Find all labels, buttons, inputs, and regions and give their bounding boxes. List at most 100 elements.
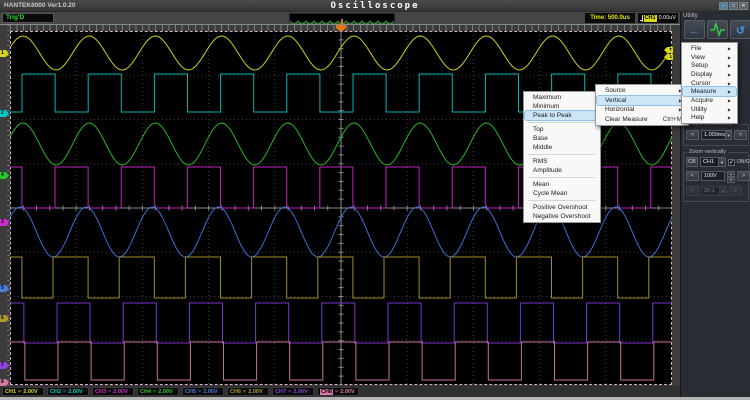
coupling-icon: =	[63, 389, 66, 395]
channel-readout-ch6[interactable]: CH6=2.00V	[227, 387, 269, 396]
menu-item-vertical[interactable]: Vertical▶	[597, 96, 687, 106]
menu-item-base[interactable]: Base	[525, 134, 599, 143]
panel-title: Utility	[683, 13, 698, 19]
channel-scale-value: 2.00V	[340, 389, 354, 395]
timebase-decrease-button[interactable]: <	[686, 130, 699, 140]
menu-item-view[interactable]: View▶	[683, 53, 736, 62]
menu-item-file[interactable]: File▶	[683, 44, 736, 53]
autoset-button[interactable]	[707, 20, 728, 39]
menu-item-mean[interactable]: Mean	[525, 180, 599, 189]
waveform-preview[interactable]	[289, 13, 395, 23]
volts-increase-button[interactable]: >	[737, 171, 750, 181]
submenu-arrow-icon: ▶	[728, 89, 731, 94]
chevron-down-icon: ▼	[719, 187, 726, 195]
channel-readout-ch5[interactable]: CH5=2.00V	[182, 387, 224, 396]
menu-item-horizontal[interactable]: Horizontal▶	[597, 105, 687, 115]
coupling-icon: =	[288, 389, 291, 395]
channel-name: CH3	[95, 389, 106, 395]
title-bar: HANTEK6000 Ver1.0.20 Oscilloscope – □ ✕	[0, 0, 750, 12]
menu-item-maximum[interactable]: Maximum	[525, 93, 599, 102]
coupling-icon: =	[243, 389, 246, 395]
toolbar: Trig'D Time: 500.0us CH1 0.00uV	[0, 12, 750, 24]
trigger-source-badge: CH1	[644, 15, 657, 22]
trigger-level-readout: 0.00uV	[659, 15, 676, 21]
submenu-arrow-icon: ▶	[728, 55, 731, 60]
volts-decrease-button[interactable]: <	[686, 171, 699, 181]
timebase-increase-button[interactable]: >	[734, 130, 747, 140]
channel-name: CH4	[140, 389, 151, 395]
cal-button[interactable]: CB	[686, 157, 698, 167]
volts-value: 100V	[702, 173, 724, 179]
measure-type-submenu: MaximumMinimumPeak to Peak TopBaseMiddle R…	[523, 91, 601, 223]
back-arrow-icon: ←	[689, 25, 700, 37]
undo-arrow-icon: ↺	[736, 25, 745, 37]
menu-item-cursor[interactable]: Cursor▶	[683, 79, 736, 88]
channel-readout-ch3[interactable]: CH3=2.00V	[92, 387, 134, 396]
menu-item-measure[interactable]: Measure▶	[683, 87, 736, 96]
menu-item-clear-measure[interactable]: Clear MeasureCtrl+M	[597, 115, 687, 125]
timebase-combo[interactable]: 1.000ms ▼	[701, 130, 732, 140]
submenu-arrow-icon: ▶	[728, 115, 731, 120]
channel-readout-ch8[interactable]: CH8=2.00V	[317, 387, 359, 396]
coupling-icon: =	[335, 389, 338, 395]
spin-down-icon[interactable]: ▼	[727, 177, 735, 183]
menu-item-top[interactable]: Top	[525, 125, 599, 134]
menu-item-help[interactable]: Help▶	[683, 114, 736, 123]
coupling-icon: =	[18, 389, 21, 395]
menu-separator	[528, 200, 596, 201]
chevron-down-icon[interactable]: ▼	[718, 158, 725, 166]
menu-item-cycle-mean[interactable]: Cycle Mean	[525, 189, 599, 198]
utility-dropdown-menu: File▶View▶Setup▶Display▶Cursor▶Measure▶A…	[681, 42, 738, 124]
channel-onoff-checkbox[interactable]: ✓	[728, 159, 735, 166]
timebase-value: 1.000ms	[702, 132, 725, 138]
channel-scale-value: 2.00V	[203, 389, 217, 395]
menu-item-negative-overshoot[interactable]: Negative Overshoot	[525, 212, 599, 221]
menu-item-source[interactable]: Source▶	[597, 86, 687, 96]
channel-name: CH2	[50, 389, 61, 395]
menu-item-utility[interactable]: Utility▶	[683, 105, 736, 114]
channel-scale-value: 2.00V	[68, 389, 82, 395]
menu-item-minimum[interactable]: Minimum	[525, 102, 599, 111]
submenu-arrow-icon: ▶	[728, 98, 731, 103]
channel-name: CH1	[5, 389, 16, 395]
channel-name: CH5	[185, 389, 196, 395]
trigger-status-badge: Trig'D	[2, 13, 54, 23]
coupling-icon: =	[153, 389, 156, 395]
menu-item-acquire[interactable]: Acquire▶	[683, 96, 736, 105]
menu-item-peak-to-peak[interactable]: Peak to Peak	[525, 111, 599, 120]
menu-item-positive-overshoot[interactable]: Positive Overshoot	[525, 203, 599, 212]
menu-item-rms[interactable]: RMS	[525, 157, 599, 166]
channel-name: CH7	[275, 389, 286, 395]
submenu-arrow-icon: ▶	[728, 107, 731, 112]
chevron-down-icon[interactable]: ▼	[725, 131, 731, 139]
menu-item-middle[interactable]: Middle	[525, 143, 599, 152]
undo-button[interactable]: ↺	[730, 20, 750, 39]
back-arrow-button[interactable]: ←	[684, 20, 705, 39]
timebase-readout: Time: 500.0us	[585, 13, 635, 23]
volts-spin-buttons[interactable]: ▲▼	[727, 171, 735, 181]
oscilloscope-app: HANTEK6000 Ver1.0.20 Oscilloscope – □ ✕ …	[0, 0, 750, 400]
trigger-readout: CH1 0.00uV	[638, 13, 678, 23]
menu-item-amplitude[interactable]: Amplitude	[525, 166, 599, 175]
sidebar-toolbar: ← ↺	[684, 20, 750, 39]
channel-readout-ch4[interactable]: CH4=2.00V	[137, 387, 179, 396]
probe-decrease-button: <	[686, 186, 699, 196]
channel-readout-ch2[interactable]: CH2=2.00V	[47, 387, 89, 396]
channel-readout-ch7[interactable]: CH7=2.00V	[272, 387, 314, 396]
submenu-arrow-icon: ▶	[728, 46, 731, 51]
submenu-arrow-icon: ▶	[728, 63, 731, 68]
menu-item-setup[interactable]: Setup▶	[683, 61, 736, 70]
channel-scale-value: 2.00V	[248, 389, 262, 395]
channel-select-combo[interactable]: CH1 ▼	[700, 157, 726, 167]
trigger-edge-icon	[640, 15, 642, 22]
close-button[interactable]: ✕	[739, 2, 748, 10]
zoom-vertically-group: Zoom vertically CB CH1 ▼ ✓ ON/OFF < 100V…	[683, 152, 749, 202]
channel-readout-ch1[interactable]: CH1=2.00V	[2, 387, 44, 396]
volts-spinner[interactable]: 100V	[701, 171, 725, 181]
maximize-button[interactable]: □	[729, 2, 738, 10]
status-bar: CH1=2.00VCH2=2.00VCH3=2.00VCH4=2.00VCH5=…	[0, 386, 680, 397]
menu-item-display[interactable]: Display▶	[683, 70, 736, 79]
onoff-label: ON/OFF	[737, 159, 750, 165]
menu-separator	[528, 177, 596, 178]
minimize-button[interactable]: –	[719, 2, 728, 10]
